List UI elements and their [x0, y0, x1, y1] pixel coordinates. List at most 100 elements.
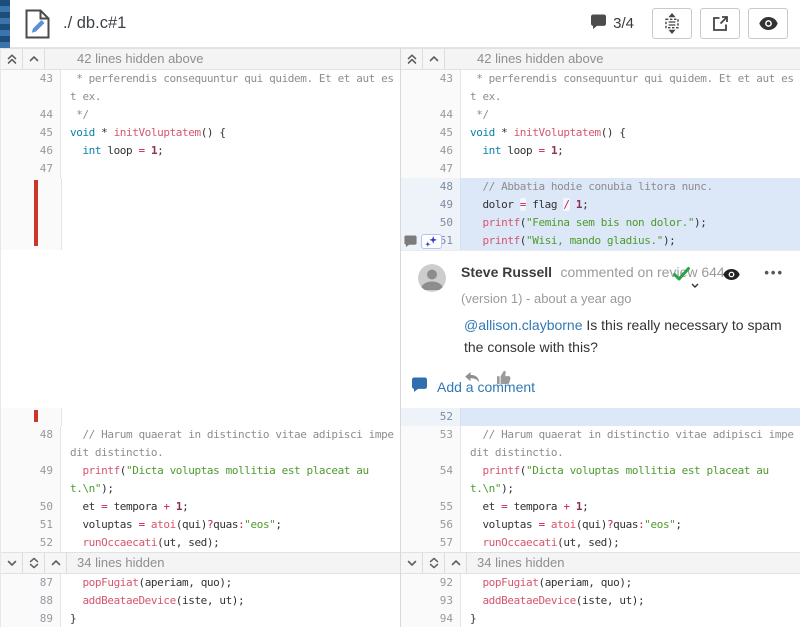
line-number[interactable]: 53	[440, 426, 453, 444]
line-number[interactable]: 43	[40, 70, 53, 88]
line-number[interactable]: 89	[40, 610, 53, 627]
line-number[interactable]: 49	[440, 196, 453, 214]
code-content: // Harum quaerat in distinctio vitae adi…	[470, 428, 794, 441]
line-number[interactable]: 57	[440, 534, 453, 552]
code-line-row[interactable]: 50 et = tempora + 1;	[1, 498, 400, 516]
line-number[interactable]: 50	[440, 214, 453, 232]
expand-updown-button[interactable]	[423, 553, 445, 573]
code-line-row[interactable]: 45 void * initVoluptatem() {	[1, 124, 400, 142]
code-line-row[interactable]: t ex.	[1, 88, 400, 106]
code-line-row[interactable]: 45 void * initVoluptatem() {	[401, 124, 800, 142]
line-number[interactable]: 47	[40, 160, 53, 178]
code-line-row[interactable]: 43 * perferendis consequuntur qui quidem…	[1, 70, 400, 88]
line-number[interactable]: 49	[40, 462, 53, 480]
code-line-row[interactable]: t ex.	[401, 88, 800, 106]
line-number[interactable]: 48	[40, 426, 53, 444]
code-line-row[interactable]: 94}	[401, 610, 800, 627]
line-number[interactable]: 55	[440, 498, 453, 516]
expand-up2-button[interactable]	[401, 49, 423, 69]
code-content: t.\n");	[470, 482, 514, 495]
code-line-row[interactable]: 46 int loop = 1;	[401, 142, 800, 160]
line-number[interactable]: 88	[40, 592, 53, 610]
code-line-row[interactable]: 89}	[1, 610, 400, 627]
comment-bubble-icon[interactable]	[403, 235, 418, 248]
line-number[interactable]: 46	[440, 142, 453, 160]
expand-up-button[interactable]	[23, 49, 45, 69]
code-line-row[interactable]: 48 // Harum quaerat in distinctio vitae …	[1, 426, 400, 444]
external-link-button[interactable]	[700, 8, 740, 39]
eye-toggle-button[interactable]	[748, 8, 788, 39]
line-number[interactable]: 54	[440, 462, 453, 480]
add-comment-bubble-icon[interactable]	[411, 377, 428, 397]
line-number[interactable]: 48	[440, 178, 453, 196]
code-line-row[interactable]: 51 voluptas = atoi(qui)?quas:"eos";	[1, 516, 400, 534]
code-line-row[interactable]: 54 printf("Dicta voluptas mollitia est p…	[401, 462, 800, 480]
comment-header: Steve Russell commented on review 644 (v…	[418, 264, 786, 306]
line-number[interactable]: 46	[40, 142, 53, 160]
code-line-row[interactable]: 51 printf("Wisi, mando gladius.");	[401, 232, 800, 250]
line-gutter	[1, 480, 61, 498]
code-line-row[interactable]: 49 dolor = flag / 1;	[401, 196, 800, 214]
code-line-row[interactable]: 87 popFugiat(aperiam, quo);	[1, 574, 400, 592]
watch-eye-icon[interactable]	[723, 267, 741, 285]
code-line-row[interactable]: 44 */	[401, 106, 800, 124]
line-number[interactable]: 92	[440, 574, 453, 592]
code-line-row[interactable]: t.\n");	[1, 480, 400, 498]
line-number[interactable]: 94	[440, 610, 453, 627]
code-line-row[interactable]: 47	[401, 160, 800, 178]
line-number[interactable]: 93	[440, 592, 453, 610]
code-line-row[interactable]: t.\n");	[401, 480, 800, 498]
line-number[interactable]: 43	[440, 70, 453, 88]
sparkle-icon[interactable]	[421, 234, 442, 249]
code-line-row[interactable]: 57 runOccaecati(ut, sed);	[401, 534, 800, 552]
mention-link[interactable]: @allison.clayborne	[464, 317, 583, 333]
code-line-row[interactable]: dit distinctio.	[401, 444, 800, 462]
expand-down-button[interactable]	[1, 553, 23, 573]
expand-updown-button[interactable]	[23, 553, 45, 573]
line-gutter: 43	[1, 70, 61, 88]
expand-down-button[interactable]	[401, 553, 423, 573]
code-line-row[interactable]: 50 printf("Femina sem bis non dolor.");	[401, 214, 800, 232]
expand-up2-button[interactable]	[1, 49, 23, 69]
code-line-row[interactable]: 55 et = tempora + 1;	[401, 498, 800, 516]
add-comment-link[interactable]: Add a comment	[437, 379, 535, 395]
code-line-row[interactable]: 56 voluptas = atoi(qui)?quas:"eos";	[401, 516, 800, 534]
expand-up-button[interactable]	[423, 49, 445, 69]
code-line-row[interactable]: 47	[1, 160, 400, 178]
hidden-lines-label: 34 lines hidden	[77, 555, 165, 570]
expand-up-button[interactable]	[445, 553, 467, 573]
code-line-row[interactable]: 44 */	[1, 106, 400, 124]
avatar[interactable]	[418, 264, 446, 292]
line-number[interactable]: 87	[40, 574, 53, 592]
line-number[interactable]: 44	[40, 106, 53, 124]
expand-collapse-file-button[interactable]	[652, 8, 692, 39]
approve-check-icon[interactable]	[673, 267, 699, 294]
line-number[interactable]: 45	[40, 124, 53, 142]
code-line-row[interactable]: 93 addBeataeDevice(iste, ut);	[401, 592, 800, 610]
more-options-icon[interactable]: •••	[764, 266, 784, 279]
line-gutter: 51	[1, 516, 61, 534]
code-line-row[interactable]: 43 * perferendis consequuntur qui quidem…	[401, 70, 800, 88]
line-number[interactable]: 52	[440, 408, 453, 426]
line-number[interactable]: 52	[40, 534, 53, 552]
expand-up-button[interactable]	[45, 553, 67, 573]
comment-author[interactable]: Steve Russell	[461, 264, 552, 280]
line-number[interactable]: 50	[40, 498, 53, 516]
changed-lines-filler	[1, 408, 400, 426]
code-line-row[interactable]: 49 printf("Dicta voluptas mollitia est p…	[1, 462, 400, 480]
code-line-row[interactable]: dit distinctio.	[1, 444, 400, 462]
line-number[interactable]: 47	[440, 160, 453, 178]
code-line-row[interactable]: 53 // Harum quaerat in distinctio vitae …	[401, 426, 800, 444]
line-number[interactable]: 45	[440, 124, 453, 142]
hidden-lines-label: 42 lines hidden above	[77, 51, 204, 66]
line-number[interactable]: 44	[440, 106, 453, 124]
comment-count-indicator[interactable]: 3/4	[590, 14, 634, 33]
code-line-row[interactable]: 46 int loop = 1;	[1, 142, 400, 160]
code-line-row[interactable]: 92 popFugiat(aperiam, quo);	[401, 574, 800, 592]
line-number[interactable]: 56	[440, 516, 453, 534]
code-line-row[interactable]: 48 // Abbatia hodie conubia litora nunc.	[401, 178, 800, 196]
code-line-row[interactable]: 88 addBeataeDevice(iste, ut);	[1, 592, 400, 610]
code-line-row[interactable]: 52	[401, 408, 800, 426]
code-line-row[interactable]: 52 runOccaecati(ut, sed);	[1, 534, 400, 552]
line-number[interactable]: 51	[40, 516, 53, 534]
